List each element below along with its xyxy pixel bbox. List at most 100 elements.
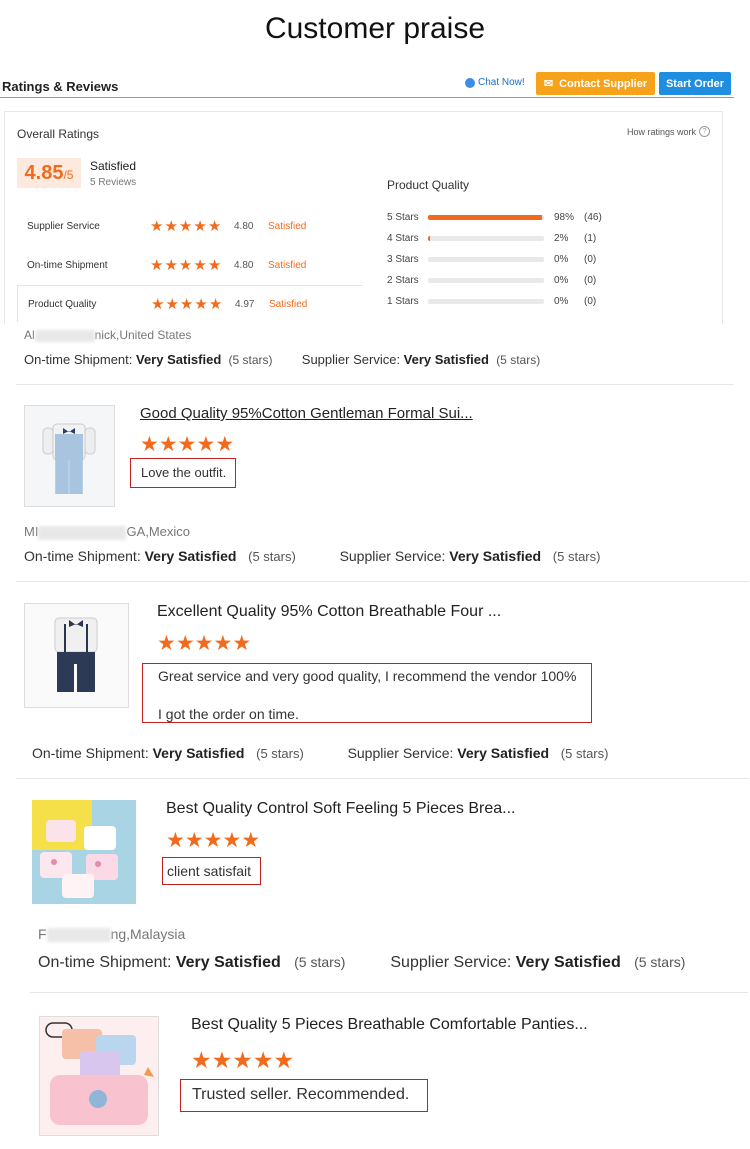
ontime-stars: (5 stars): [248, 549, 296, 564]
review-divider: [16, 581, 749, 582]
envelope-icon: ✉: [543, 78, 554, 90]
contact-supplier-button[interactable]: ✉ Contact Supplier: [536, 72, 655, 95]
breakdown-label: 1 Stars: [387, 295, 419, 307]
category-score: 4.80: [234, 220, 254, 232]
star-icon: ★: [203, 829, 223, 852]
review-divider: [16, 778, 749, 779]
header-divider: [0, 97, 734, 98]
category-stars: ★ ★ ★ ★ ★: [150, 219, 234, 234]
breakdown-label: 5 Stars: [387, 211, 419, 223]
star-icon: ★: [151, 295, 165, 313]
blurred-name: [38, 525, 127, 540]
start-order-button[interactable]: Start Order: [659, 72, 731, 95]
star-icon: ★: [252, 1047, 274, 1073]
product-thumbnail[interactable]: [24, 405, 115, 507]
star-icon: ★: [178, 256, 193, 274]
supplier-stars: (5 stars): [560, 746, 609, 761]
reviewer-name-start: Al: [24, 328, 35, 342]
breakdown-bar-track: [428, 256, 544, 262]
breakdown-row: 1 Stars 0% (0): [387, 292, 614, 310]
breakdown-percent: 2%: [554, 232, 569, 244]
breakdown-bar-track: [428, 214, 544, 220]
category-row-product-quality[interactable]: Product Quality ★ ★ ★ ★ ★ 4.97 Satisfied: [17, 285, 363, 322]
star-icon: ★: [157, 632, 176, 655]
category-row-ontime-shipment[interactable]: On-time Shipment ★ ★ ★ ★ ★ 4.80 Satisfied: [17, 247, 362, 283]
star-icon: ★: [150, 217, 164, 235]
breakdown-bar-track: [428, 235, 544, 241]
breakdown-count: (0): [584, 253, 597, 265]
breakdown-count: (0): [584, 295, 597, 307]
review-comment: Love the outfit.: [130, 458, 236, 488]
product-title-link[interactable]: Excellent Quality 95% Cotton Breathable …: [157, 603, 501, 621]
ontime-label: On-time Shipment:: [38, 954, 176, 971]
supplier-value: Very Satisfied: [449, 548, 542, 564]
star-icon: ★: [165, 295, 179, 313]
breakdown-count: (46): [584, 211, 602, 223]
supplier-stars: (5 stars): [634, 954, 686, 970]
review-satisfaction-line: On-time Shipment: Very Satisfied (5 star…: [24, 352, 540, 367]
star-icon: ★: [213, 632, 233, 655]
product-thumbnail[interactable]: [24, 603, 129, 708]
reviewer-country: GA,Mexico: [126, 524, 191, 539]
category-row-supplier-service[interactable]: Supplier Service ★ ★ ★ ★ ★ 4.80 Satisfied: [17, 208, 362, 244]
breakdown-bar-fill: [428, 214, 542, 220]
breakdown-bar-track: [428, 298, 544, 304]
reviewer-country: ng,Malaysia: [110, 926, 186, 942]
star-icon: ★: [208, 295, 223, 313]
ontime-stars: (5 stars): [256, 746, 304, 761]
chat-now-link[interactable]: Chat Now!: [465, 77, 525, 88]
category-name: Supplier Service: [27, 220, 100, 232]
comment-text: Trusted seller. Recommended.: [192, 1086, 410, 1103]
star-icon: ★: [196, 433, 216, 456]
breakdown-row: 5 Stars 98% (46): [387, 208, 614, 226]
product-title-link[interactable]: Best Quality 5 Pieces Breathable Comfort…: [191, 1016, 588, 1034]
supplier-label: Supplier Service:: [347, 745, 458, 761]
review-comment: client satisfait: [162, 857, 261, 885]
category-name: Product Quality: [28, 298, 97, 310]
reviewer-location: MI GA,Mexico: [24, 524, 190, 540]
overall-score-max: /5: [63, 168, 74, 182]
category-satisfaction: Satisfied: [268, 220, 307, 232]
how-ratings-work-link[interactable]: How ratings work ?: [627, 126, 711, 137]
star-icon: ★: [158, 433, 178, 456]
product-thumbnail[interactable]: [32, 800, 136, 904]
star-icon: ★: [207, 256, 222, 274]
ontime-value: Very Satisfied: [136, 352, 222, 367]
supplier-value: Very Satisfied: [457, 745, 550, 761]
reviewer-name-start: MI: [24, 524, 39, 539]
breakdown-count: (0): [584, 274, 597, 286]
contact-supplier-label: Contact Supplier: [559, 77, 648, 90]
star-icon: ★: [175, 632, 195, 655]
star-icon: ★: [164, 217, 178, 235]
breakdown-row: 4 Stars 2% (1): [387, 229, 614, 247]
comment-text: Love the outfit.: [141, 465, 227, 480]
product-title-link[interactable]: Best Quality Control Soft Feeling 5 Piec…: [166, 800, 516, 818]
star-icon: ★: [215, 433, 235, 456]
ontime-label: On-time Shipment:: [32, 745, 153, 761]
breakdown-row: 3 Stars 0% (0): [387, 250, 614, 268]
boys-suspender-outfit-image: [54, 617, 98, 692]
ontime-value: Very Satisfied: [144, 548, 237, 564]
breakdown-percent: 98%: [554, 211, 575, 223]
category-stars: ★ ★ ★ ★ ★: [150, 258, 234, 273]
product-title-link[interactable]: Good Quality 95%Cotton Gentleman Formal …: [140, 405, 473, 422]
ontime-value: Very Satisfied: [152, 745, 245, 761]
star-icon: ★: [177, 433, 197, 456]
review-comment: Trusted seller. Recommended.: [180, 1079, 428, 1112]
breakdown-percent: 0%: [554, 253, 569, 265]
star-icon: ★: [232, 1047, 253, 1073]
blurred-name: [34, 329, 95, 342]
product-thumbnail[interactable]: [39, 1016, 159, 1136]
star-icon: ★: [194, 295, 208, 313]
ontime-label: On-time Shipment:: [24, 548, 145, 564]
review-satisfaction-line: On-time Shipment: Very Satisfied (5 star…: [38, 954, 685, 972]
supplier-stars: (5 stars): [552, 549, 601, 564]
category-stars: ★ ★ ★ ★ ★: [151, 297, 235, 312]
star-icon: ★: [194, 632, 214, 655]
breakdown-percent: 0%: [554, 295, 569, 307]
supplier-stars: (5 stars): [496, 353, 541, 367]
reviewer-country: nick,United States: [94, 328, 192, 342]
review-divider: [30, 992, 748, 993]
ontime-label: On-time Shipment:: [24, 352, 136, 367]
page-title: Customer praise: [264, 12, 486, 45]
